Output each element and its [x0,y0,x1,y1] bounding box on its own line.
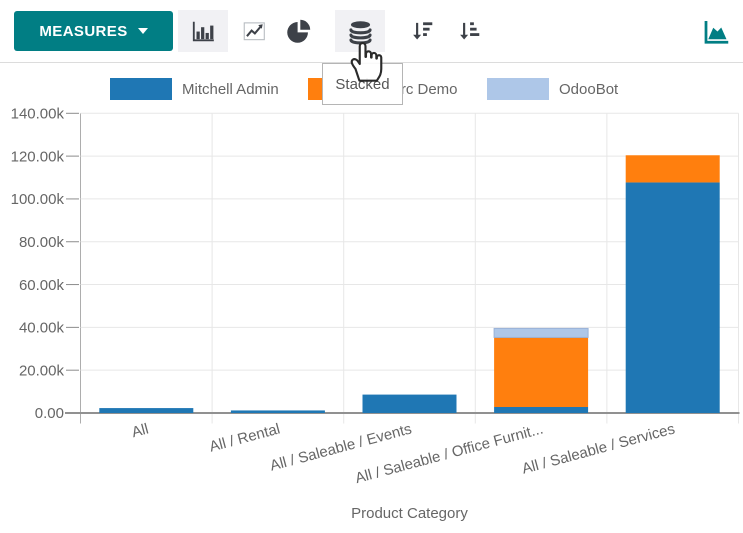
area-chart-icon [700,16,732,46]
legend-item[interactable]: Mitchell Admin [110,78,279,100]
bar-segment[interactable] [99,408,193,413]
sort-desc-icon [409,18,435,44]
bar-segment[interactable] [494,407,588,413]
x-category-label: All [130,420,151,441]
x-axis-title: Product Category [351,505,468,522]
bar-chart-icon [190,18,216,44]
y-tick-label: 80.00k [19,234,65,251]
line-chart-button[interactable] [229,10,279,52]
bar-segment[interactable] [626,182,720,413]
x-category-label: All / Rental [207,420,281,455]
y-tick-label: 100.00k [11,191,65,208]
bar-segment[interactable] [494,337,588,407]
legend-item[interactable]: OdooBot [487,78,618,100]
sort-asc-button[interactable] [444,10,494,52]
legend-swatch [487,78,549,100]
y-tick-label: 0.00 [35,405,64,422]
y-tick-label: 120.00k [11,148,65,165]
y-tick-label: 20.00k [19,362,65,379]
graph-view-switcher-button[interactable] [692,10,740,52]
measures-label: MEASURES [39,23,127,40]
x-category-label: All / Saleable / Services [520,420,677,477]
caret-down-icon [138,28,148,34]
y-tick-label: 140.00k [11,106,65,123]
bar-segment[interactable] [626,155,720,182]
bar-chart-button[interactable] [178,10,228,52]
legend-label: Mitchell Admin [182,81,279,98]
pie-chart-icon [285,18,312,45]
bar-segment[interactable] [363,395,457,413]
sort-asc-icon [456,18,482,44]
bar-segment[interactable] [494,328,588,337]
cursor-hand-icon [345,38,385,84]
legend-label: OdooBot [559,81,618,98]
y-tick-label: 60.00k [19,277,65,294]
pie-chart-button[interactable] [273,10,323,52]
measures-button[interactable]: MEASURES [14,11,173,51]
legend-swatch [110,78,172,100]
bar-segment[interactable] [231,410,325,413]
line-chart-icon [241,18,267,44]
sort-desc-button[interactable] [397,10,447,52]
y-tick-label: 40.00k [19,320,65,337]
